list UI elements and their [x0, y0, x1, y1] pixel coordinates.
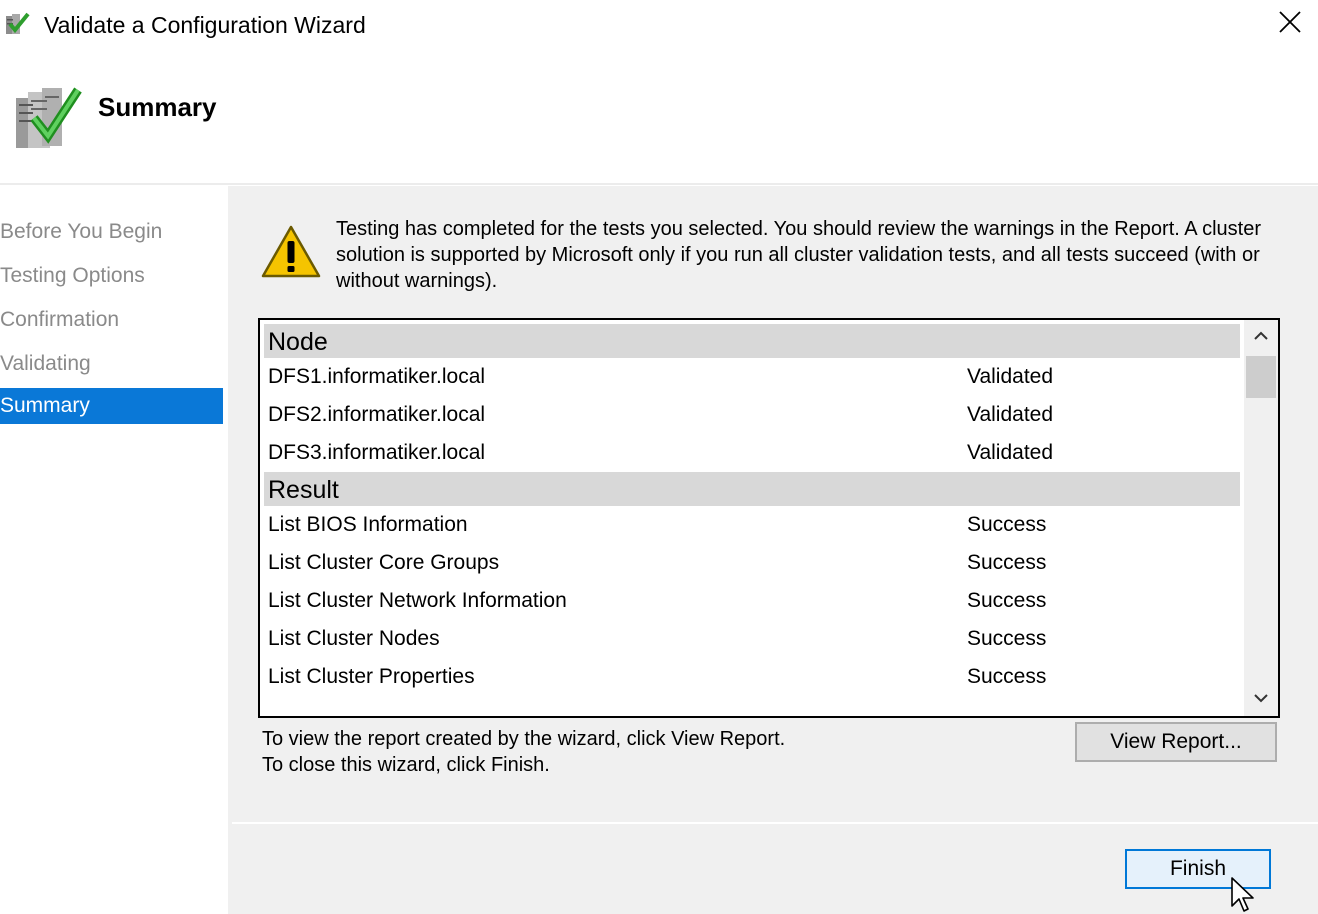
- row-name: DFS2.informatiker.local: [268, 403, 486, 426]
- instructions-text: To view the report created by the wizard…: [262, 726, 785, 778]
- table-row[interactable]: List Cluster Network Information Success: [264, 582, 1240, 620]
- sidebar-item-before-you-begin[interactable]: Before You Begin: [0, 214, 223, 250]
- row-status: Success: [967, 513, 1047, 536]
- row-name: List Cluster Core Groups: [268, 551, 500, 574]
- row-status: Success: [967, 665, 1047, 688]
- table-row[interactable]: DFS1.informatiker.local Validated: [264, 358, 1240, 396]
- scroll-thumb[interactable]: [1246, 356, 1276, 398]
- row-name: List Cluster Nodes: [268, 627, 440, 650]
- table-row[interactable]: List Cluster Properties Success: [264, 658, 1240, 696]
- window-title: Validate a Configuration Wizard: [44, 12, 366, 38]
- server-check-icon: [14, 84, 84, 154]
- sidebar-item-validating[interactable]: Validating: [0, 346, 223, 382]
- row-status: Success: [967, 627, 1047, 650]
- sidebar-item-testing-options[interactable]: Testing Options: [0, 258, 223, 294]
- wizard-footer: Finish: [232, 822, 1318, 914]
- vertical-scrollbar[interactable]: [1244, 320, 1278, 716]
- row-status: Validated: [967, 441, 1054, 464]
- chevron-down-icon: [1254, 690, 1268, 708]
- warning-icon: [260, 224, 322, 280]
- scroll-up-button[interactable]: [1244, 320, 1278, 354]
- row-status: Validated: [967, 365, 1054, 388]
- scroll-down-button[interactable]: [1244, 682, 1278, 716]
- table-row[interactable]: List Cluster Nodes Success: [264, 620, 1240, 658]
- completion-message: Testing has completed for the tests you …: [336, 218, 1261, 292]
- sidebar-item-summary[interactable]: Summary: [0, 388, 223, 424]
- chevron-up-icon: [1254, 328, 1268, 346]
- sidebar-item-confirmation[interactable]: Confirmation: [0, 302, 223, 338]
- summary-content: Testing has completed for the tests you …: [232, 186, 1318, 822]
- footer-divider: [232, 822, 1318, 824]
- close-icon: [1278, 10, 1302, 39]
- mouse-pointer-icon: [1230, 876, 1258, 914]
- row-name: DFS3.informatiker.local: [268, 441, 486, 464]
- results-list-content: Node DFS1.informatiker.local Validated D…: [264, 324, 1240, 696]
- table-row[interactable]: DFS2.informatiker.local Validated: [264, 396, 1240, 434]
- row-status: Validated: [967, 403, 1054, 426]
- table-row[interactable]: List Cluster Core Groups Success: [264, 544, 1240, 582]
- view-report-button[interactable]: View Report...: [1075, 722, 1277, 762]
- wizard-window: Validate a Configuration Wizard Summary …: [0, 0, 1318, 914]
- close-button[interactable]: [1272, 6, 1308, 42]
- row-name: List Cluster Network Information: [268, 589, 567, 612]
- row-name: List BIOS Information: [268, 513, 468, 536]
- header-divider: [0, 183, 1318, 185]
- page-title: Summary: [98, 92, 217, 122]
- instructions-view-report: To view the report created by the wizard…: [262, 728, 786, 750]
- table-row[interactable]: DFS3.informatiker.local Validated: [264, 434, 1240, 472]
- title-bar: Validate a Configuration Wizard: [0, 0, 1318, 52]
- table-row[interactable]: List BIOS Information Success: [264, 506, 1240, 544]
- results-list[interactable]: Node DFS1.informatiker.local Validated D…: [258, 318, 1280, 718]
- wizard-checkmark-icon: [4, 10, 32, 38]
- instructions-finish: To close this wizard, click Finish.: [262, 754, 550, 776]
- row-name: List Cluster Properties: [268, 665, 475, 688]
- row-name: DFS1.informatiker.local: [268, 365, 486, 388]
- wizard-steps-sidebar: Before You Begin Testing Options Confirm…: [0, 186, 228, 914]
- group-header-node: Node: [264, 324, 1240, 358]
- row-status: Success: [967, 589, 1047, 612]
- row-status: Success: [967, 551, 1047, 574]
- group-header-result: Result: [264, 472, 1240, 506]
- wizard-header: Summary: [0, 52, 1318, 182]
